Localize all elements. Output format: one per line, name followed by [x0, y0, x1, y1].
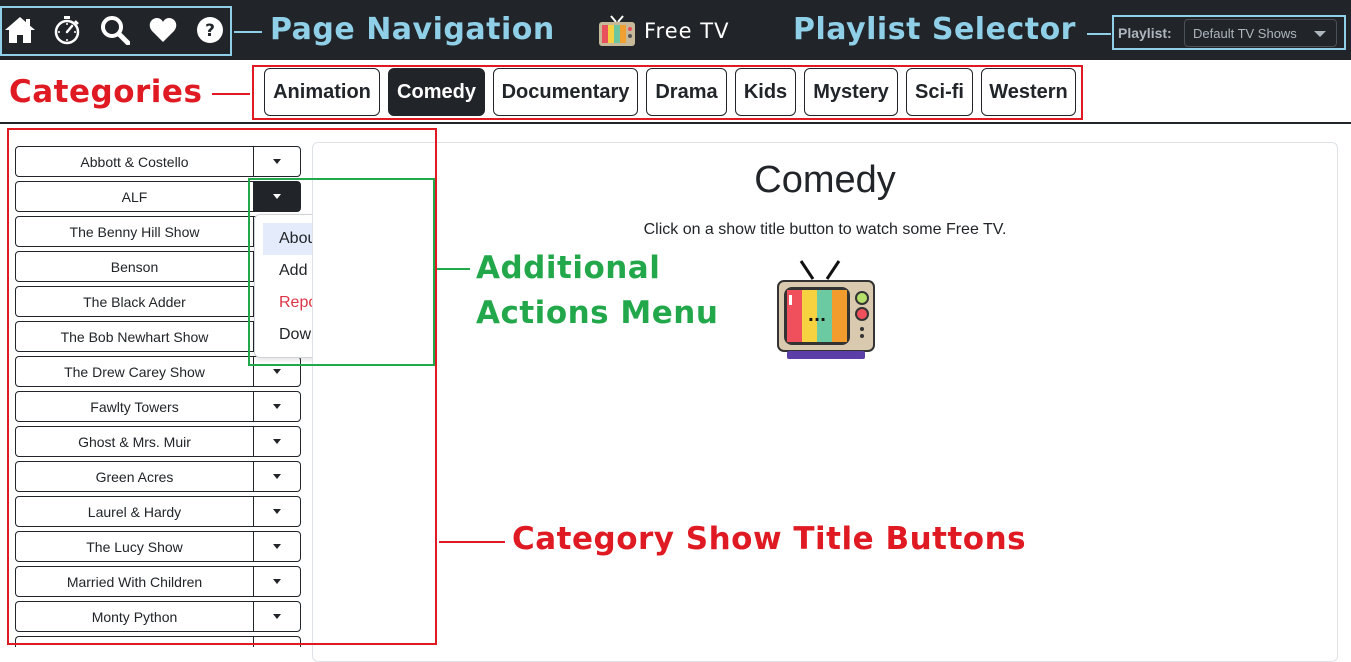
page-navigation-annotation: Page Navigation — [270, 12, 555, 47]
heart-icon — [149, 18, 177, 42]
svg-text:?: ? — [205, 21, 215, 41]
additional-actions-annotation: Additional — [476, 250, 661, 286]
show-title-button[interactable]: Monty Python — [16, 602, 254, 631]
show-title-button[interactable]: ALF — [16, 182, 254, 211]
playlist-select[interactable]: Default TV Shows — [1184, 19, 1337, 47]
timer-button[interactable] — [47, 10, 87, 50]
svg-text:...: ... — [808, 306, 826, 325]
show-buttons-annotation: Category Show Title Buttons — [512, 521, 1027, 557]
caret-down-icon — [273, 544, 281, 549]
annotation-line — [234, 31, 262, 33]
chevron-down-icon — [1314, 31, 1326, 37]
annotation-line — [1087, 33, 1111, 35]
caret-down-icon — [273, 439, 281, 444]
show-title-button[interactable]: Abbott & Costello — [16, 147, 254, 176]
show-row: Laurel & Hardy — [15, 496, 301, 527]
show-row: Green Acres — [15, 461, 301, 492]
show-row: Fawlty Towers — [15, 391, 301, 422]
category-sci-fi[interactable]: Sci-fi — [906, 68, 973, 116]
caret-down-icon — [273, 159, 281, 164]
show-title-button[interactable]: Green Acres — [16, 462, 254, 491]
show-actions-toggle[interactable] — [254, 182, 300, 211]
search-button[interactable] — [95, 10, 135, 50]
category-documentary[interactable]: Documentary — [493, 68, 638, 116]
category-western[interactable]: Western — [981, 68, 1076, 116]
caret-down-icon — [273, 509, 281, 514]
playlist-label: Playlist: — [1118, 25, 1172, 41]
category-drama[interactable]: Drama — [646, 68, 727, 116]
show-row: Monty Python — [15, 601, 301, 632]
show-row: ALF — [15, 181, 301, 212]
show-row: Ghost & Mrs. Muir — [15, 426, 301, 457]
playlist-selected-value: Default TV Shows — [1193, 25, 1297, 41]
tv-logo-icon — [599, 15, 635, 46]
show-title-button[interactable]: The Benny Hill Show — [16, 217, 254, 246]
category-comedy[interactable]: Comedy — [388, 68, 485, 116]
favorites-button[interactable] — [143, 10, 183, 50]
caret-down-icon — [273, 369, 281, 374]
show-actions-toggle[interactable] — [254, 462, 300, 491]
instructions-text: Click on a show title button to watch so… — [643, 221, 1007, 238]
caret-down-icon — [273, 404, 281, 409]
annotation-line — [439, 541, 505, 543]
show-title-button[interactable]: The Black Adder — [16, 287, 254, 316]
stopwatch-icon — [54, 16, 80, 45]
categories-bar: Animation Comedy Documentary Drama Kids … — [0, 60, 1351, 124]
annotation-line — [437, 268, 470, 270]
show-title-button[interactable]: The Lucy Show — [16, 532, 254, 561]
home-icon — [5, 17, 35, 43]
show-title-button[interactable]: Ghost & Mrs. Muir — [16, 427, 254, 456]
show-actions-toggle[interactable] — [254, 427, 300, 456]
categories-annotation: Categories — [9, 74, 203, 110]
tv-illustration-icon: ... — [777, 260, 875, 359]
content-card: Comedy Click on a show title button to w… — [312, 142, 1338, 662]
additional-actions-annotation-2: Actions Menu — [476, 295, 719, 331]
show-actions-toggle[interactable] — [254, 637, 300, 647]
show-actions-toggle[interactable] — [254, 392, 300, 421]
home-button[interactable] — [0, 10, 40, 50]
search-icon — [101, 16, 130, 45]
help-button[interactable]: ? — [190, 10, 230, 50]
playlist-selector-annotation: Playlist Selector — [793, 12, 1076, 47]
caret-down-icon — [273, 614, 281, 619]
show-title-button[interactable]: The Drew Carey Show — [16, 357, 254, 386]
caret-down-icon — [273, 579, 281, 584]
show-row: Abbott & Costello — [15, 146, 301, 177]
show-row-partial — [15, 636, 301, 647]
brand[interactable]: Free TV — [598, 13, 729, 49]
top-navbar: ? Free TV Playlist: Default TV Shows — [0, 0, 1351, 60]
show-title-button[interactable]: Fawlty Towers — [16, 392, 254, 421]
category-title: Comedy — [754, 159, 896, 201]
show-title-button[interactable]: Married With Children — [16, 567, 254, 596]
caret-down-icon — [273, 194, 281, 199]
show-title-button[interactable]: Benson — [16, 252, 254, 281]
category-kids[interactable]: Kids — [735, 68, 796, 116]
show-actions-toggle[interactable] — [254, 532, 300, 561]
show-actions-toggle[interactable] — [254, 497, 300, 526]
show-actions-toggle[interactable] — [254, 357, 300, 386]
show-row: Married With Children — [15, 566, 301, 597]
show-title-button[interactable]: The Bob Newhart Show — [16, 322, 254, 351]
help-icon: ? — [197, 17, 223, 43]
show-title-button[interactable]: Laurel & Hardy — [16, 497, 254, 526]
brand-title: Free TV — [644, 19, 730, 43]
category-mystery[interactable]: Mystery — [804, 68, 898, 116]
show-actions-toggle[interactable] — [254, 147, 300, 176]
show-title-button[interactable] — [16, 637, 254, 647]
show-actions-toggle[interactable] — [254, 602, 300, 631]
show-actions-toggle[interactable] — [254, 567, 300, 596]
show-row: The Lucy Show — [15, 531, 301, 562]
playlist-selector: Playlist: Default TV Shows — [1113, 17, 1345, 49]
caret-down-icon — [273, 474, 281, 479]
show-row: The Drew Carey Show — [15, 356, 301, 387]
annotation-line — [212, 93, 250, 95]
category-animation[interactable]: Animation — [264, 68, 380, 116]
